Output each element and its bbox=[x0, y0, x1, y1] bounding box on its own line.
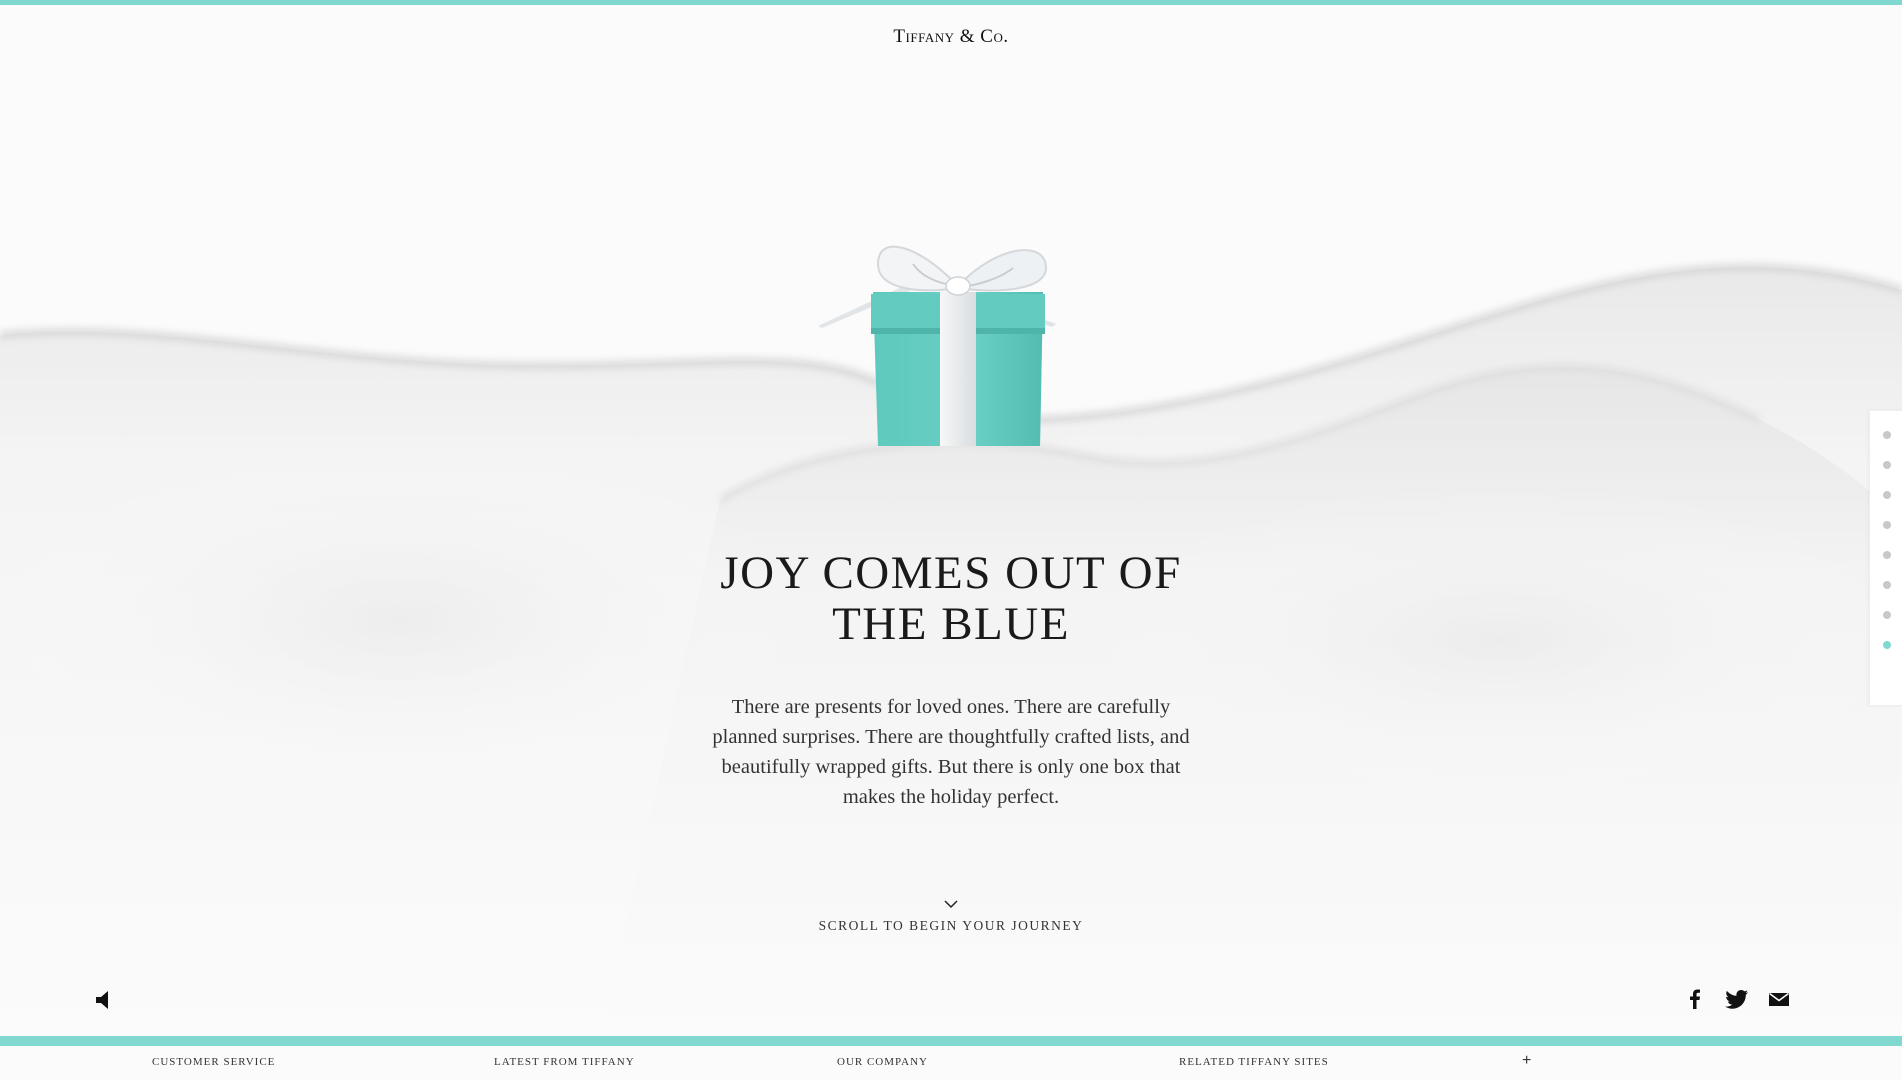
footer-link-related-tiffany-sites[interactable]: RELATED TIFFANY SITES bbox=[1179, 1056, 1329, 1068]
social-share bbox=[1682, 988, 1792, 1010]
facebook-icon[interactable] bbox=[1682, 988, 1708, 1010]
section-dot-8-active[interactable] bbox=[1883, 641, 1891, 649]
email-icon[interactable] bbox=[1766, 988, 1792, 1010]
footer-accent-bar bbox=[0, 1036, 1902, 1046]
footer-link-customer-service[interactable]: CUSTOMER SERVICE bbox=[152, 1056, 275, 1068]
chevron-down-icon[interactable] bbox=[944, 899, 958, 909]
section-dot-7[interactable] bbox=[1883, 611, 1891, 619]
section-dot-2[interactable] bbox=[1883, 461, 1891, 469]
section-dot-5[interactable] bbox=[1883, 551, 1891, 559]
scroll-label[interactable]: SCROLL TO BEGIN YOUR JOURNEY bbox=[0, 918, 1902, 934]
section-dot-3[interactable] bbox=[1883, 491, 1891, 499]
snow-drift-background bbox=[0, 264, 1902, 1040]
page: Tiffany & Co. JOY COMES OUT OF THE BLUE … bbox=[0, 0, 1902, 1080]
footer-link-our-company[interactable]: OUR COMPANY bbox=[837, 1056, 928, 1068]
footer-expand-button[interactable]: + bbox=[1522, 1052, 1531, 1070]
section-dot-6[interactable] bbox=[1883, 581, 1891, 589]
section-dot-1[interactable] bbox=[1883, 431, 1891, 439]
gift-box-image bbox=[818, 245, 1056, 446]
hero-headline-line-1: JOY COMES OUT OF bbox=[720, 547, 1182, 599]
scroll-cue[interactable]: SCROLL TO BEGIN YOUR JOURNEY bbox=[0, 896, 1902, 934]
section-nav bbox=[1869, 410, 1902, 706]
twitter-icon[interactable] bbox=[1724, 988, 1750, 1010]
speaker-icon[interactable] bbox=[94, 988, 114, 1012]
footer-link-latest-from-tiffany[interactable]: LATEST FROM TIFFANY bbox=[494, 1056, 635, 1068]
section-dot-4[interactable] bbox=[1883, 521, 1891, 529]
hero-body-text: There are presents for loved ones. There… bbox=[712, 696, 1190, 808]
hero-headline: JOY COMES OUT OF THE BLUE bbox=[0, 548, 1902, 650]
hero-headline-line-2: THE BLUE bbox=[832, 598, 1070, 650]
footer: CUSTOMER SERVICE LATEST FROM TIFFANY OUR… bbox=[0, 1036, 1902, 1080]
